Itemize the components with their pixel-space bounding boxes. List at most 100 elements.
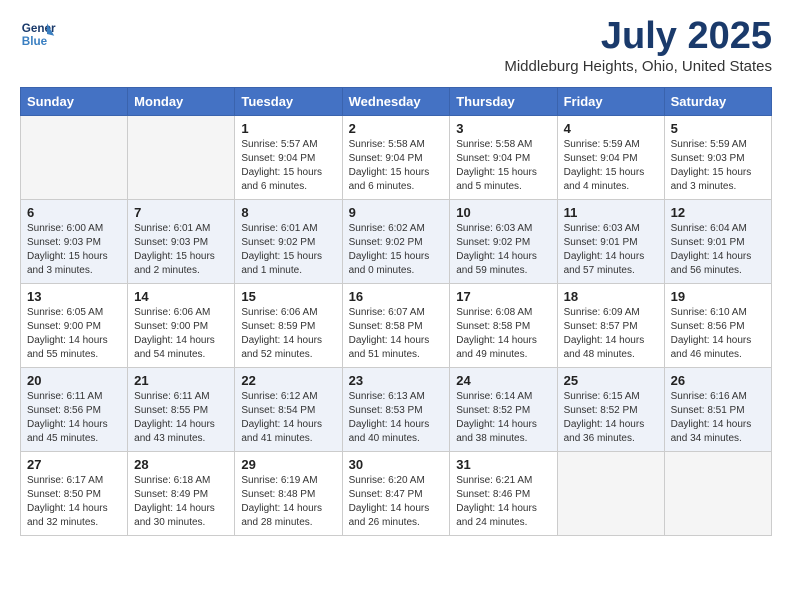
calendar-cell: 20 Sunrise: 6:11 AM Sunset: 8:56 PM Dayli… [21, 367, 128, 451]
header: General Blue July 2025 Middleburg Height… [20, 16, 772, 75]
calendar-cell: 6 Sunrise: 6:00 AM Sunset: 9:03 PM Daylig… [21, 199, 128, 283]
day-info: Sunrise: 6:19 AM Sunset: 8:48 PM Dayligh… [241, 474, 335, 530]
calendar-cell: 14 Sunrise: 6:06 AM Sunset: 9:00 PM Dayli… [128, 283, 235, 367]
day-number: 11 [564, 205, 658, 220]
week-row-5: 27 Sunrise: 6:17 AM Sunset: 8:50 PM Dayli… [21, 451, 772, 535]
day-info: Sunrise: 6:20 AM Sunset: 8:47 PM Dayligh… [349, 474, 444, 530]
day-number: 16 [349, 289, 444, 304]
day-info: Sunrise: 6:05 AM Sunset: 9:00 PM Dayligh… [27, 306, 121, 362]
day-number: 18 [564, 289, 658, 304]
day-number: 13 [27, 289, 121, 304]
calendar-cell: 8Sunrise: 6:01 AM Sunset: 9:02 PM Daylig… [235, 199, 342, 283]
day-number: 31 [456, 457, 550, 472]
day-number: 3 [456, 121, 550, 136]
day-number: 26 [671, 373, 765, 388]
day-info: Sunrise: 6:15 AM Sunset: 8:52 PM Dayligh… [564, 390, 658, 446]
day-info: Sunrise: 6:03 AM Sunset: 9:01 PM Dayligh… [564, 222, 658, 278]
calendar-cell: 24Sunrise: 6:14 AM Sunset: 8:52 PM Dayli… [450, 367, 557, 451]
day-info: Sunrise: 6:09 AM Sunset: 8:57 PM Dayligh… [564, 306, 658, 362]
calendar-cell: 17 Sunrise: 6:08 AM Sunset: 8:58 PM Dayli… [450, 283, 557, 367]
week-row-3: 13 Sunrise: 6:05 AM Sunset: 9:00 PM Dayli… [21, 283, 772, 367]
day-number: 28 [134, 457, 228, 472]
calendar-cell: 13 Sunrise: 6:05 AM Sunset: 9:00 PM Dayli… [21, 283, 128, 367]
week-row-4: 20 Sunrise: 6:11 AM Sunset: 8:56 PM Dayli… [21, 367, 772, 451]
day-number: 10 [456, 205, 550, 220]
calendar-cell [557, 451, 664, 535]
day-number: 15 [241, 289, 335, 304]
day-number: 20 [27, 373, 121, 388]
calendar-cell: 27 Sunrise: 6:17 AM Sunset: 8:50 PM Dayli… [21, 451, 128, 535]
calendar-cell: 12 Sunrise: 6:04 AM Sunset: 9:01 PM Dayli… [664, 199, 771, 283]
month-title: July 2025 [504, 16, 772, 58]
day-info: Sunrise: 5:57 AM Sunset: 9:04 PM Dayligh… [241, 138, 335, 194]
day-number: 14 [134, 289, 228, 304]
weekday-header-wednesday: Wednesday [342, 87, 450, 115]
day-info: Sunrise: 6:00 AM Sunset: 9:03 PM Dayligh… [27, 222, 121, 278]
day-number: 21 [134, 373, 228, 388]
day-info: Sunrise: 6:21 AM Sunset: 8:46 PM Dayligh… [456, 474, 550, 530]
day-info: Sunrise: 6:03 AM Sunset: 9:02 PM Dayligh… [456, 222, 550, 278]
calendar-cell: 25Sunrise: 6:15 AM Sunset: 8:52 PM Dayli… [557, 367, 664, 451]
day-number: 7 [134, 205, 228, 220]
day-info: Sunrise: 6:14 AM Sunset: 8:52 PM Dayligh… [456, 390, 550, 446]
day-info: Sunrise: 6:01 AM Sunset: 9:03 PM Dayligh… [134, 222, 228, 278]
calendar: SundayMondayTuesdayWednesdayThursdayFrid… [20, 87, 772, 536]
day-info: Sunrise: 6:18 AM Sunset: 8:49 PM Dayligh… [134, 474, 228, 530]
day-info: Sunrise: 6:12 AM Sunset: 8:54 PM Dayligh… [241, 390, 335, 446]
calendar-cell: 26Sunrise: 6:16 AM Sunset: 8:51 PM Dayli… [664, 367, 771, 451]
day-info: Sunrise: 6:08 AM Sunset: 8:58 PM Dayligh… [456, 306, 550, 362]
day-number: 23 [349, 373, 444, 388]
day-number: 8 [241, 205, 335, 220]
location-title: Middleburg Heights, Ohio, United States [504, 58, 772, 75]
day-number: 1 [241, 121, 335, 136]
weekday-header-sunday: Sunday [21, 87, 128, 115]
calendar-cell: 10 Sunrise: 6:03 AM Sunset: 9:02 PM Dayli… [450, 199, 557, 283]
day-info: Sunrise: 6:06 AM Sunset: 8:59 PM Dayligh… [241, 306, 335, 362]
day-info: Sunrise: 6:04 AM Sunset: 9:01 PM Dayligh… [671, 222, 765, 278]
weekday-header-friday: Friday [557, 87, 664, 115]
calendar-cell: 23 Sunrise: 6:13 AM Sunset: 8:53 PM Dayli… [342, 367, 450, 451]
day-number: 29 [241, 457, 335, 472]
calendar-cell: 28 Sunrise: 6:18 AM Sunset: 8:49 PM Dayli… [128, 451, 235, 535]
calendar-cell: 11 Sunrise: 6:03 AM Sunset: 9:01 PM Dayli… [557, 199, 664, 283]
week-row-1: 1 Sunrise: 5:57 AM Sunset: 9:04 PM Daylig… [21, 115, 772, 199]
day-info: Sunrise: 6:07 AM Sunset: 8:58 PM Dayligh… [349, 306, 444, 362]
day-info: Sunrise: 6:06 AM Sunset: 9:00 PM Dayligh… [134, 306, 228, 362]
day-info: Sunrise: 5:58 AM Sunset: 9:04 PM Dayligh… [456, 138, 550, 194]
calendar-cell: 29 Sunrise: 6:19 AM Sunset: 8:48 PM Dayli… [235, 451, 342, 535]
day-info: Sunrise: 5:58 AM Sunset: 9:04 PM Dayligh… [349, 138, 444, 194]
calendar-cell: 19Sunrise: 6:10 AM Sunset: 8:56 PM Dayli… [664, 283, 771, 367]
day-info: Sunrise: 6:11 AM Sunset: 8:55 PM Dayligh… [134, 390, 228, 446]
svg-text:Blue: Blue [22, 35, 48, 48]
calendar-cell [664, 451, 771, 535]
day-info: Sunrise: 6:11 AM Sunset: 8:56 PM Dayligh… [27, 390, 121, 446]
day-number: 4 [564, 121, 658, 136]
day-number: 12 [671, 205, 765, 220]
calendar-cell: 5 Sunrise: 5:59 AM Sunset: 9:03 PM Daylig… [664, 115, 771, 199]
weekday-header-thursday: Thursday [450, 87, 557, 115]
calendar-cell: 9Sunrise: 6:02 AM Sunset: 9:02 PM Daylig… [342, 199, 450, 283]
logo-icon: General Blue [20, 16, 56, 52]
week-row-2: 6 Sunrise: 6:00 AM Sunset: 9:03 PM Daylig… [21, 199, 772, 283]
day-info: Sunrise: 6:02 AM Sunset: 9:02 PM Dayligh… [349, 222, 444, 278]
day-number: 27 [27, 457, 121, 472]
weekday-header-saturday: Saturday [664, 87, 771, 115]
day-number: 5 [671, 121, 765, 136]
calendar-cell: 15 Sunrise: 6:06 AM Sunset: 8:59 PM Dayli… [235, 283, 342, 367]
day-number: 17 [456, 289, 550, 304]
weekday-header-row: SundayMondayTuesdayWednesdayThursdayFrid… [21, 87, 772, 115]
calendar-cell: 2 Sunrise: 5:58 AM Sunset: 9:04 PM Daylig… [342, 115, 450, 199]
day-number: 2 [349, 121, 444, 136]
calendar-cell [21, 115, 128, 199]
calendar-cell: 7 Sunrise: 6:01 AM Sunset: 9:03 PM Daylig… [128, 199, 235, 283]
day-info: Sunrise: 5:59 AM Sunset: 9:03 PM Dayligh… [671, 138, 765, 194]
day-info: Sunrise: 6:13 AM Sunset: 8:53 PM Dayligh… [349, 390, 444, 446]
day-info: Sunrise: 6:10 AM Sunset: 8:56 PM Dayligh… [671, 306, 765, 362]
title-area: July 2025 Middleburg Heights, Ohio, Unit… [504, 16, 772, 75]
day-number: 30 [349, 457, 444, 472]
calendar-cell: 31 Sunrise: 6:21 AM Sunset: 8:46 PM Dayli… [450, 451, 557, 535]
day-number: 6 [27, 205, 121, 220]
day-number: 22 [241, 373, 335, 388]
calendar-cell: 21 Sunrise: 6:11 AM Sunset: 8:55 PM Dayli… [128, 367, 235, 451]
day-info: Sunrise: 6:17 AM Sunset: 8:50 PM Dayligh… [27, 474, 121, 530]
